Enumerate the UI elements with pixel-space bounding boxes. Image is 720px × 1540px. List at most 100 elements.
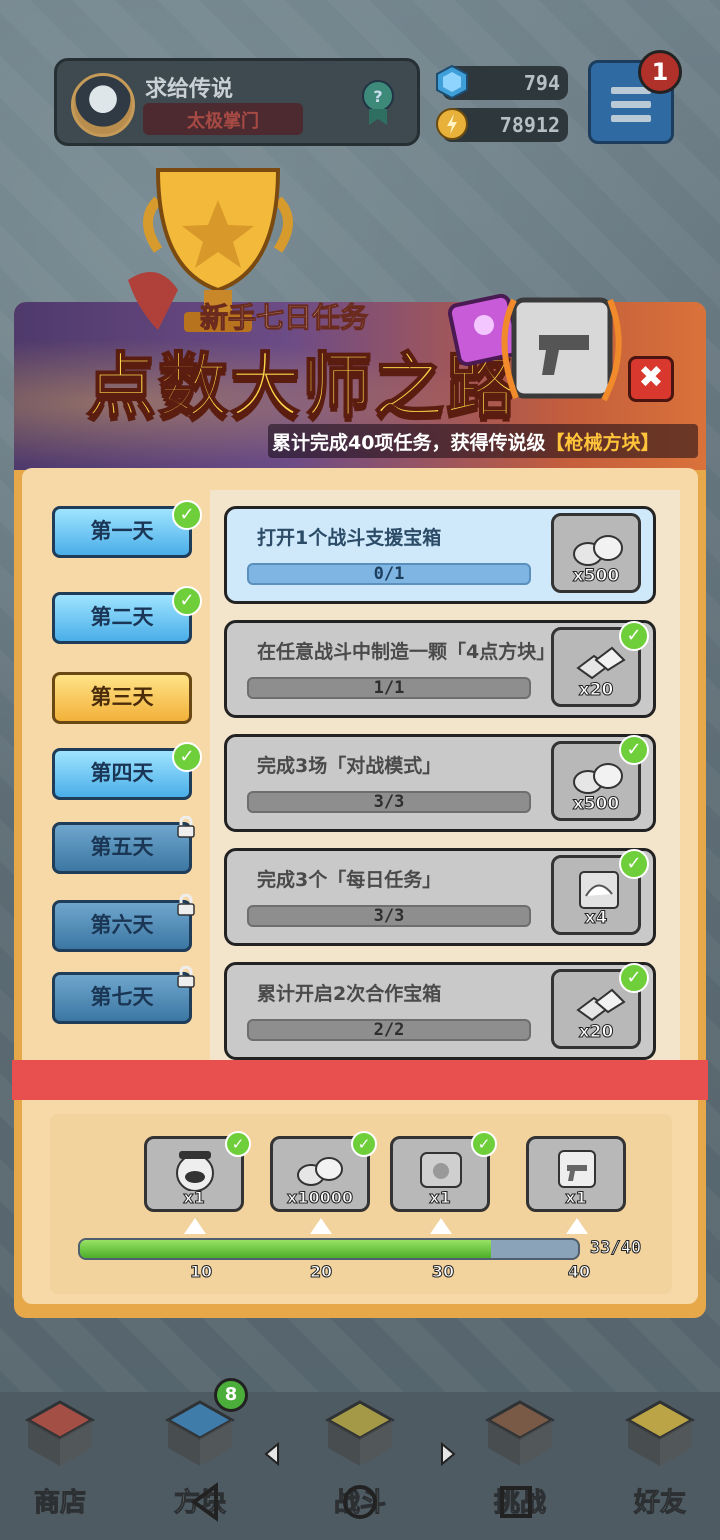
ore-icon [576,646,626,680]
player-title: 太极掌门 [187,111,259,132]
gun-cube-reward-icon [558,1150,596,1188]
day-tab-7[interactable]: 第七天 [52,972,192,1024]
milestone-reward-amount: x1 [183,1188,205,1208]
back-icon[interactable] [186,1482,226,1522]
stone-icon [573,763,623,794]
section-divider [12,1060,708,1100]
task-reward-amount: x500 [572,794,620,815]
milestone-progress-text: 33/40 [589,1238,642,1259]
check-icon: ✓ [619,621,649,651]
lock-icon [177,816,195,838]
milestone-progress-fill [80,1240,491,1258]
milestone-progress-bar [78,1238,580,1260]
day-tab-6[interactable]: 第六天 [52,900,192,952]
reward-item-name: 【枪械方块】 [545,432,660,454]
nav-right-arrow-icon[interactable] [438,1442,458,1466]
lock-icon [177,894,195,916]
task-progress-bar: 3/3 [247,905,531,927]
milestone-tick-label: 30 [431,1262,455,1282]
task-progress-text: 3/3 [373,792,405,812]
task-progress-bar: 3/3 [247,791,531,813]
player-card[interactable]: 求给传说 太极掌门 ? [54,58,420,146]
milestone-reward[interactable]: x1 ✓ [144,1131,251,1212]
recents-icon[interactable] [496,1482,536,1522]
task-label: 累计开启2次合作宝箱 [257,983,442,1005]
milestone-reward-amount: x1 [565,1188,587,1208]
check-icon: ✓ [172,586,202,616]
nav-left-arrow-icon[interactable] [262,1442,282,1466]
task-card[interactable]: 完成3个「每日任务」 3/3 x4 ✓ [224,848,656,946]
player-avatar [71,73,135,137]
check-icon: ✓ [471,1131,497,1157]
task-progress-bar: 0/1 [247,563,531,585]
task-card[interactable]: 累计开启2次合作宝箱 2/2 x20 ✓ [224,962,656,1060]
player-name: 求给传说 [145,77,234,102]
task-card[interactable]: 在任意战斗中制造一颗「4点方块」 1/1 x20 ✓ [224,620,656,718]
task-label: 完成3场「对战模式」 [257,755,442,777]
day-tab-1[interactable]: 第一天 [52,506,192,558]
lock-icon [177,966,195,988]
milestone-tick-label: 10 [189,1262,213,1282]
rank-badge-icon: ? [362,80,394,125]
gun-cube-icon [447,293,622,402]
task-label: 完成3个「每日任务」 [257,869,442,891]
reward-description: 累计完成40项任务，获得传说级【枪械方块】 [272,428,659,455]
gem-icon [436,64,468,100]
coin-count: 78912 [499,113,560,137]
check-icon: ✓ [172,500,202,530]
nav-badge-cubes: 8 [214,1378,248,1412]
milestone-marker [310,1218,332,1234]
day-tab-5[interactable]: 第五天 [52,822,192,874]
milestone-marker [430,1218,452,1234]
milestone-marker [184,1218,206,1234]
milestone-reward[interactable]: x1 [526,1136,626,1212]
stone-icon [573,535,623,566]
milestone-reward-amount: x1 [429,1188,451,1208]
task-progress-text: 2/2 [373,1020,405,1040]
task-card[interactable]: 完成3场「对战模式」 3/3 x500 ✓ [224,734,656,832]
milestone-tick-label: 40 [567,1262,591,1282]
check-icon: ✓ [619,849,649,879]
day-tab-4[interactable]: 第四天 [52,748,192,800]
task-reward-amount: x500 [572,566,620,587]
character-reward-icon [176,1151,214,1191]
task-label: 打开1个战斗支援宝箱 [257,527,442,549]
day-tab-3[interactable]: 第三天 [52,672,192,724]
task-card[interactable]: 打开1个战斗支援宝箱 0/1 x500 [224,506,656,604]
stone-reward-icon [297,1157,343,1186]
reward-description-text: 累计完成40项任务，获得传说级 [272,432,546,454]
task-reward-amount: x20 [578,680,614,701]
ore-icon [576,988,626,1022]
milestone-reward[interactable]: x1 ✓ [390,1131,497,1212]
task-progress-bar: 1/1 [247,677,531,699]
menu-notification-badge: 1 [638,50,682,94]
system-navigation-bar [0,1442,720,1540]
chest-reward-icon [420,1152,462,1188]
home-icon[interactable] [340,1482,380,1522]
task-progress-text: 3/3 [373,906,405,926]
coin-counter: 78912 [436,108,568,142]
task-progress-text: 1/1 [373,678,405,698]
gem-counter: 794 [436,64,568,100]
check-icon: ✓ [619,735,649,765]
card-pack-icon [579,871,619,909]
task-label: 在任意战斗中制造一颗「4点方块」 [257,641,556,663]
milestone-tick-label: 20 [309,1262,333,1282]
task-progress-bar: 2/2 [247,1019,531,1041]
day-tab-2[interactable]: 第二天 [52,592,192,644]
milestone-reward[interactable]: x10000 ✓ [270,1131,377,1212]
coin-icon [436,108,468,140]
player-title-box: 太极掌门 [143,103,303,135]
check-icon: ✓ [351,1131,377,1157]
check-icon: ✓ [619,963,649,993]
check-icon: ✓ [172,742,202,772]
task-reward-amount: x20 [578,1022,614,1043]
gem-count: 794 [523,71,560,95]
svg-text:?: ? [373,87,382,106]
task-reward[interactable]: x500 [551,513,641,593]
close-button[interactable]: ✖ [628,356,674,402]
task-reward-amount: x4 [584,908,608,929]
milestone-marker [566,1218,588,1234]
task-progress-text: 0/1 [373,564,405,584]
check-icon: ✓ [225,1131,251,1157]
